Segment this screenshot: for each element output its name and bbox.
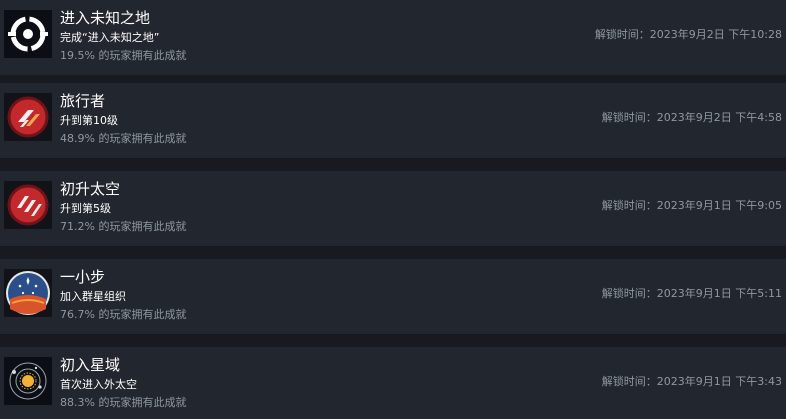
achievement-title: 旅行者 <box>60 92 106 110</box>
achievement-title: 初升太空 <box>60 180 121 198</box>
unlock-time: 解锁时间：2023年9月1日 下午5:11 <box>601 287 782 300</box>
achievement-title: 初入星域 <box>60 356 121 374</box>
achievement-title: 进入未知之地 <box>60 9 151 27</box>
rank-chevron-icon <box>4 93 52 141</box>
achievement-percent: 76.7% 的玩家拥有此成就 <box>60 308 187 321</box>
achievement-percent: 19.5% 的玩家拥有此成就 <box>60 49 187 62</box>
achievement-description: 加入群星组织 <box>60 290 126 303</box>
achievement-row[interactable]: 初入星域 首次进入外太空 88.3% 的玩家拥有此成就 解锁时间：2023年9月… <box>0 347 786 419</box>
unlock-time: 解锁时间：2023年9月1日 下午3:43 <box>601 375 782 388</box>
achievement-row[interactable]: 进入未知之地 完成“进入未知之地” 19.5% 的玩家拥有此成就 解锁时间：20… <box>0 0 786 75</box>
achievement-percent: 71.2% 的玩家拥有此成就 <box>60 220 187 233</box>
achievement-row[interactable]: 初升太空 升到第5级 71.2% 的玩家拥有此成就 解锁时间：2023年9月1日… <box>0 171 786 246</box>
target-ring-icon <box>4 10 52 58</box>
achievement-description: 升到第5级 <box>60 202 111 215</box>
achievement-description: 首次进入外太空 <box>60 378 137 391</box>
achievement-description: 完成“进入未知之地” <box>60 31 160 44</box>
unlock-time: 解锁时间：2023年9月2日 下午4:58 <box>601 111 782 124</box>
solar-orbit-icon <box>4 357 52 405</box>
rank-stripes-icon <box>4 181 52 229</box>
constellation-planet-icon <box>4 269 52 317</box>
achievement-row[interactable]: 一小步 加入群星组织 76.7% 的玩家拥有此成就 解锁时间：2023年9月1日… <box>0 259 786 334</box>
achievement-percent: 88.3% 的玩家拥有此成就 <box>60 396 187 409</box>
achievement-list: 进入未知之地 完成“进入未知之地” 19.5% 的玩家拥有此成就 解锁时间：20… <box>0 0 786 419</box>
achievement-row[interactable]: 旅行者 升到第10级 48.9% 的玩家拥有此成就 解锁时间：2023年9月2日… <box>0 83 786 158</box>
unlock-time: 解锁时间：2023年9月1日 下午9:05 <box>601 199 782 212</box>
unlock-time: 解锁时间：2023年9月2日 下午10:28 <box>594 28 782 41</box>
achievement-percent: 48.9% 的玩家拥有此成就 <box>60 132 187 145</box>
achievement-description: 升到第10级 <box>60 114 118 127</box>
achievement-title: 一小步 <box>60 268 106 286</box>
